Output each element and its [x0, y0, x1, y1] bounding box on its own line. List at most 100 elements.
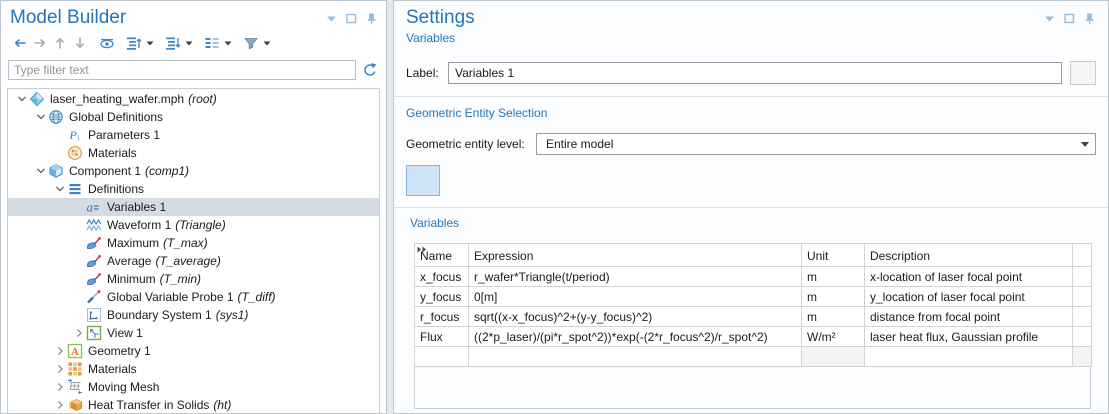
cell-description[interactable] — [865, 347, 1073, 367]
tree-item-label: Variables 1 — [107, 200, 166, 214]
forward-button[interactable] — [32, 34, 48, 52]
pin-icon[interactable] — [365, 12, 378, 25]
chevron-down-icon[interactable] — [33, 110, 48, 124]
tree-item-boundary-system-1[interactable]: Boundary System 1(sys1) — [8, 306, 379, 324]
tree-item-label: Global Variable Probe 1 — [107, 290, 234, 304]
table-row: Flux((2*p_laser)/(pi*r_spot^2))*exp(-(2*… — [415, 327, 1092, 347]
cell-unit[interactable]: m — [802, 267, 865, 287]
chevron-right-icon[interactable] — [52, 362, 67, 376]
move-up-button[interactable] — [52, 34, 68, 52]
cell-name[interactable]: y_focus — [415, 287, 469, 307]
tree-item-parameters-1[interactable]: PiParameters 1 — [8, 126, 379, 144]
cell-extra — [1073, 287, 1092, 307]
expander-spacer — [71, 290, 86, 304]
probe-icon — [86, 235, 102, 251]
label-row: Label: — [406, 61, 1096, 85]
tree-item-moving-mesh[interactable]: Moving Mesh — [8, 378, 379, 396]
filter-button[interactable] — [243, 34, 271, 52]
cell-name[interactable]: Flux — [415, 327, 469, 347]
tree-item-average[interactable]: Average(T_average) — [8, 252, 379, 270]
cell-description[interactable]: laser heat flux, Gaussian profile — [865, 327, 1073, 347]
col-header-unit: Unit — [802, 244, 865, 267]
tree-item-global-variable-probe-1[interactable]: Global Variable Probe 1(T_diff) — [8, 288, 379, 306]
tree-item-global-definitions[interactable]: Global Definitions — [8, 108, 379, 126]
chevron-down-icon[interactable] — [14, 92, 29, 106]
tree-item-component-1[interactable]: Component 1(comp1) — [8, 162, 379, 180]
table-row: r_focussqrt((x-x_focus)^2+(y-y_focus)^2)… — [415, 307, 1092, 327]
expander-spacer — [71, 308, 86, 322]
cell-name[interactable]: x_focus — [415, 267, 469, 287]
tree-item-view-1[interactable]: View 1 — [8, 324, 379, 342]
cell-unit[interactable]: m — [802, 287, 865, 307]
chevron-down-icon[interactable] — [52, 182, 67, 196]
pin-icon[interactable] — [1083, 12, 1096, 25]
tree-item-variables-1[interactable]: a=Variables 1 — [8, 198, 379, 216]
active-selection-toggle-button[interactable] — [406, 165, 440, 196]
tree-item-minimum[interactable]: Minimum(T_min) — [8, 270, 379, 288]
float-icon[interactable] — [345, 12, 358, 25]
cell-name[interactable] — [415, 347, 469, 367]
cell-extra — [1073, 327, 1092, 347]
dropdown-caret-icon[interactable] — [185, 41, 193, 46]
cell-expression[interactable]: r_wafer*Triangle(t/period) — [469, 267, 802, 287]
tree-item-waveform-1[interactable]: Waveform 1(Triangle) — [8, 216, 379, 234]
filter-icon — [243, 35, 259, 51]
label-edit-button[interactable] — [1070, 61, 1096, 85]
col-header-description: Description — [865, 244, 1073, 267]
cell-description[interactable]: y_location of laser focal point — [865, 287, 1073, 307]
col-header-name: Name — [415, 244, 469, 267]
variables-section-header[interactable]: Variables — [406, 216, 1096, 230]
geometric-entity-level-select[interactable]: Entire model — [536, 133, 1096, 155]
refresh-button[interactable] — [361, 61, 379, 79]
cell-expression[interactable]: 0[m] — [469, 287, 802, 307]
probe-icon — [86, 253, 102, 269]
cell-expression[interactable]: sqrt((x-x_focus)^2+(y-y_focus)^2) — [469, 307, 802, 327]
dropdown-caret-icon[interactable] — [146, 41, 154, 46]
label-field-caption: Label: — [406, 66, 448, 80]
tree-item-maximum[interactable]: Maximum(T_max) — [8, 234, 379, 252]
cell-expression[interactable] — [469, 347, 802, 367]
tree-item-geometry-1[interactable]: AGeometry 1 — [8, 342, 379, 360]
back-button[interactable] — [12, 34, 28, 52]
tree-item-laser-heating-wafer-mph[interactable]: laser_heating_wafer.mph(root) — [8, 90, 379, 108]
table-row: x_focusr_wafer*Triangle(t/period)mx-loca… — [415, 267, 1092, 287]
label-input[interactable] — [448, 62, 1062, 84]
collapse-all-button[interactable] — [165, 34, 193, 52]
chevron-right-icon[interactable] — [52, 380, 67, 394]
tree-item-materials[interactable]: Materials — [8, 360, 379, 378]
panel-menu-icon[interactable] — [325, 12, 338, 25]
chevron-right-icon[interactable] — [52, 344, 67, 358]
float-icon[interactable] — [1063, 12, 1076, 25]
cell-unit[interactable]: W/m² — [802, 327, 865, 347]
cell-description[interactable]: distance from focal point — [865, 307, 1073, 327]
chevron-right-icon[interactable] — [52, 398, 67, 412]
tree-item-label: Minimum — [107, 272, 156, 286]
model-tree-node-text-button[interactable] — [204, 34, 232, 52]
cell-unit[interactable] — [802, 347, 865, 367]
tree-item-definitions[interactable]: Definitions — [8, 180, 379, 198]
variables-table-empty-area[interactable] — [414, 367, 1091, 409]
show-button[interactable] — [99, 34, 115, 52]
move-down-button[interactable] — [72, 34, 88, 52]
cell-expression[interactable]: ((2*p_laser)/(pi*r_spot^2))*exp(-(2*r_fo… — [469, 327, 802, 347]
panel-menu-icon[interactable] — [1043, 12, 1056, 25]
dropdown-caret-icon[interactable] — [263, 41, 271, 46]
tree-item-materials[interactable]: Materials — [8, 144, 379, 162]
tree-item-heat-transfer-in-solids[interactable]: Heat Transfer in Solids(ht) — [8, 396, 379, 413]
settings-window-icons — [1043, 12, 1096, 25]
cell-unit[interactable]: m — [802, 307, 865, 327]
heat-transfer-icon — [67, 397, 83, 413]
materials-icon — [67, 361, 83, 377]
dropdown-caret-icon[interactable] — [224, 41, 232, 46]
filter-input[interactable] — [8, 60, 356, 80]
tree-item-label: Definitions — [88, 182, 144, 196]
svg-text:P: P — [69, 128, 78, 142]
cell-description[interactable]: x-location of laser focal point — [865, 267, 1073, 287]
chevron-down-icon[interactable] — [33, 164, 48, 178]
expander-spacer — [52, 128, 67, 142]
col-header-extra — [1073, 244, 1092, 267]
expand-all-button[interactable] — [126, 34, 154, 52]
expander-spacer — [71, 272, 86, 286]
chevron-right-icon[interactable] — [71, 326, 86, 340]
cell-name[interactable]: r_focus — [415, 307, 469, 327]
